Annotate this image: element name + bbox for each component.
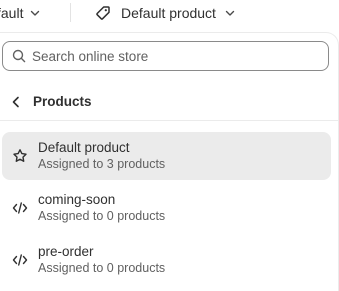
search-input[interactable] xyxy=(32,48,302,64)
template-subtitle: Assigned to 0 products xyxy=(38,261,166,275)
star-icon xyxy=(11,148,29,164)
code-icon xyxy=(11,201,29,215)
topbar-divider xyxy=(70,3,71,22)
back-to-products-button[interactable]: Products xyxy=(0,83,338,121)
chevron-down-icon xyxy=(29,7,41,19)
search-icon xyxy=(12,49,26,63)
template-popover: Products Default product Assigned to 3 p… xyxy=(0,33,338,291)
tag-icon xyxy=(95,5,111,21)
template-list: Default product Assigned to 3 products c… xyxy=(0,132,338,288)
chevron-down-icon xyxy=(224,7,236,19)
template-subtitle: Assigned to 0 products xyxy=(38,209,166,223)
search-field[interactable] xyxy=(2,41,329,71)
template-selector[interactable]: Default product xyxy=(95,0,236,26)
template-item-default-product[interactable]: Default product Assigned to 3 products xyxy=(2,132,331,180)
template-title: Default product xyxy=(38,140,130,155)
chevron-left-icon xyxy=(11,96,21,108)
code-icon xyxy=(11,253,29,267)
theme-selector[interactable]: fault xyxy=(0,0,41,26)
template-item-coming-soon[interactable]: coming-soon Assigned to 0 products xyxy=(2,184,331,232)
top-bar: fault Default product xyxy=(0,0,339,26)
template-selector-label: Default product xyxy=(121,5,216,21)
template-title: pre-order xyxy=(38,244,94,259)
template-item-pre-order[interactable]: pre-order Assigned to 0 products xyxy=(2,236,331,284)
template-subtitle: Assigned to 3 products xyxy=(38,157,166,171)
theme-selector-label: fault xyxy=(0,5,24,21)
template-title: coming-soon xyxy=(38,192,116,207)
back-label: Products xyxy=(33,94,92,109)
